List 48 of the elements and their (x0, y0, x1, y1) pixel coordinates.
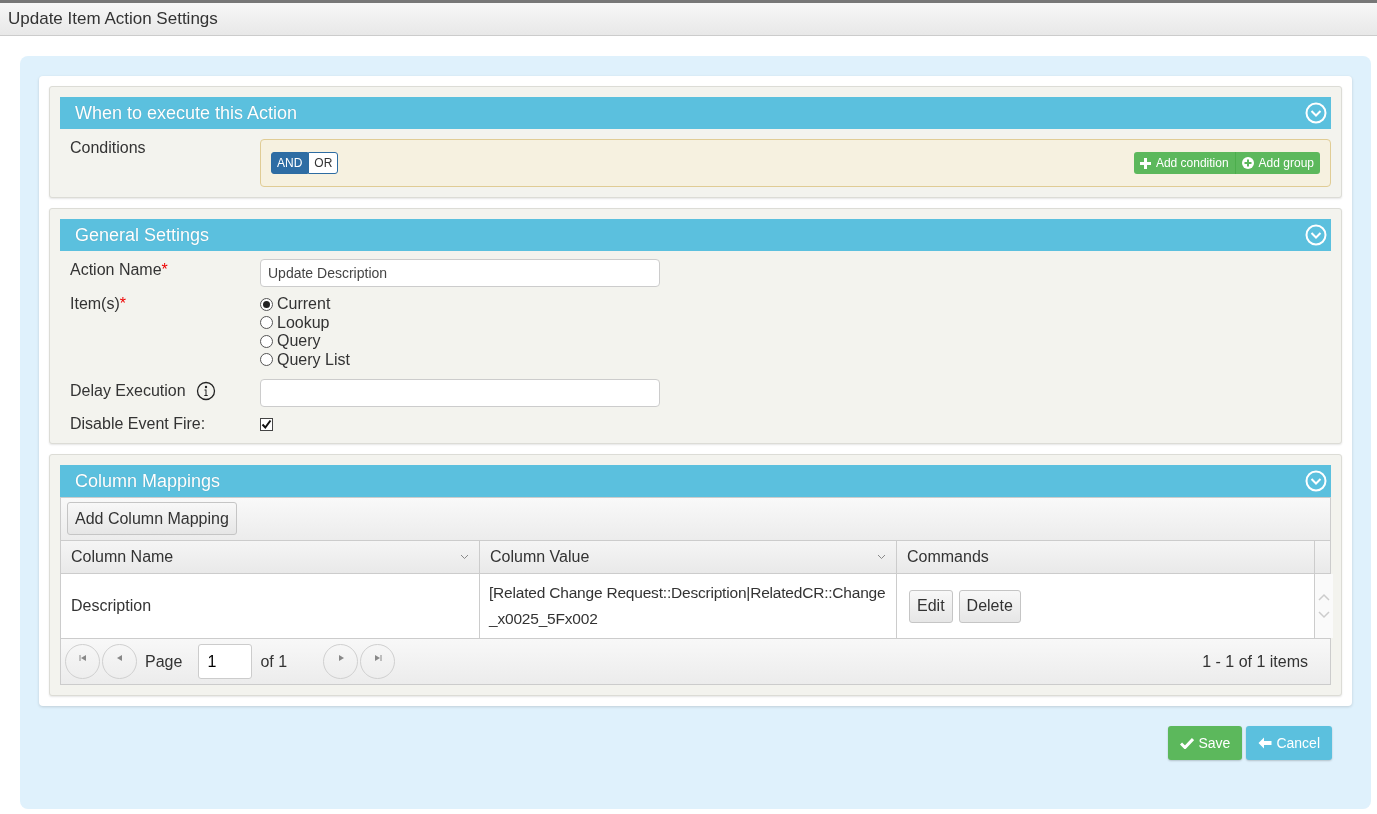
first-icon (78, 654, 87, 662)
checkbox[interactable] (260, 418, 273, 431)
window-title: Update Item Action Settings (8, 9, 218, 28)
table-cell: [Related Change Request::Description|RelatedCR::Change_x0025_5Fx002 (480, 574, 897, 638)
command-button[interactable]: Delete (958, 589, 1021, 623)
logic-toggle[interactable]: OR (308, 152, 339, 174)
radio-button[interactable] (260, 297, 273, 311)
radio-button[interactable] (260, 353, 273, 367)
table-cell: Description (61, 574, 480, 638)
text-field[interactable]: Update Description (260, 259, 660, 287)
last-icon (373, 654, 382, 662)
column-header[interactable]: Column Name (61, 541, 480, 573)
radio-label: Query (277, 332, 321, 351)
radio-label: Query List (277, 350, 350, 369)
radio-button[interactable] (260, 316, 273, 330)
pager-label: Page (145, 652, 183, 671)
chevron-down-icon[interactable] (460, 554, 469, 560)
checkmark-icon (1180, 737, 1195, 749)
info-icon[interactable] (195, 381, 216, 401)
radio-button[interactable] (260, 334, 273, 348)
plus-icon (1139, 157, 1151, 169)
section-title: General Settings (75, 224, 210, 246)
section-title: Column Mappings (75, 470, 221, 492)
field-label: Delay Execution (70, 382, 186, 400)
field-label: Action Name* (70, 261, 168, 279)
collapse-icon[interactable] (1305, 470, 1327, 492)
collapse-icon[interactable] (1305, 224, 1327, 246)
pager-label: of 1 (260, 652, 288, 671)
command-button[interactable]: Edit (909, 589, 953, 623)
column-header[interactable]: Commands (897, 541, 1315, 573)
logic-toggle[interactable]: AND (271, 152, 309, 174)
radio-label: Lookup (277, 313, 330, 332)
section-title: When to execute this Action (75, 102, 298, 124)
field-label: Item(s)* (70, 295, 126, 313)
pager-summary: 1 - 1 of 1 items (1202, 652, 1308, 671)
next-icon (336, 654, 345, 662)
column-header[interactable]: Column Value (480, 541, 897, 573)
field-label: Disable Event Fire: (70, 415, 206, 433)
plus-circle-icon (1241, 157, 1254, 169)
collapse-icon[interactable] (1305, 102, 1327, 124)
field-label: Conditions (70, 139, 147, 158)
arrow-left-icon (1258, 737, 1273, 749)
chevron-down-icon[interactable] (877, 554, 886, 560)
text-field[interactable] (260, 379, 660, 407)
prev-icon (115, 654, 124, 662)
add-column-mapping-button[interactable]: Add Column Mapping (67, 502, 237, 535)
radio-label: Current (277, 295, 331, 314)
page-field[interactable]: 1 (198, 644, 253, 679)
